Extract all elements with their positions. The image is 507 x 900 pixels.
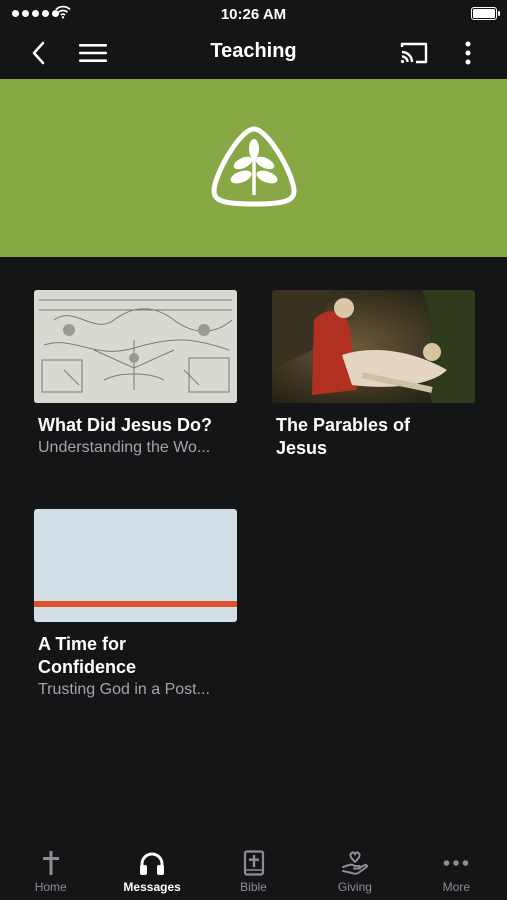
vertical-dots-icon — [465, 41, 471, 65]
card-thumbnail — [34, 290, 237, 403]
series-card[interactable]: The Parables of Jesus — [272, 290, 475, 460]
tab-giving[interactable]: Giving — [304, 838, 405, 900]
card-subtitle: Trusting God in a Post... — [38, 681, 210, 698]
more-dots-icon — [444, 860, 469, 866]
navigation-bar: Teaching — [0, 28, 507, 78]
card-title: What Did Jesus Do? — [38, 415, 213, 435]
tab-bible[interactable]: Bible — [203, 838, 304, 900]
cross-icon — [42, 851, 59, 875]
cast-button[interactable] — [397, 36, 431, 70]
tree-logo-icon — [211, 126, 297, 207]
tab-messages[interactable]: Messages — [101, 838, 202, 900]
status-bar: 10:26 AM — [0, 0, 507, 28]
tab-more[interactable]: More — [406, 838, 507, 900]
cast-icon — [400, 42, 428, 64]
tab-home[interactable]: Home — [0, 838, 101, 900]
tab-label: Home — [34, 880, 67, 894]
tab-label: Bible — [240, 880, 267, 894]
card-thumbnail — [34, 509, 237, 622]
giving-hand-icon — [341, 851, 368, 875]
card-title: A Time for Confidence — [38, 634, 137, 677]
tab-label: Messages — [123, 880, 181, 894]
card-subtitle: Understanding the Wo... — [38, 439, 211, 456]
bible-icon — [243, 850, 264, 876]
tab-label: Giving — [337, 880, 372, 894]
more-options-button[interactable] — [451, 36, 485, 70]
card-accent-stripe — [34, 601, 237, 607]
tab-label: More — [442, 880, 470, 894]
headphones-icon — [140, 852, 165, 875]
bottom-tab-bar: Home Messages Bible Giving More — [0, 838, 507, 900]
series-card[interactable]: What Did Jesus Do? Understanding the Wo.… — [34, 290, 237, 459]
card-title: The Parables of Jesus — [276, 415, 411, 458]
hero-banner — [0, 79, 507, 257]
card-thumbnail — [272, 290, 475, 403]
series-card[interactable]: A Time for Confidence Trusting God in a … — [34, 509, 237, 701]
battery-icon — [471, 7, 500, 20]
status-time: 10:26 AM — [220, 6, 287, 23]
